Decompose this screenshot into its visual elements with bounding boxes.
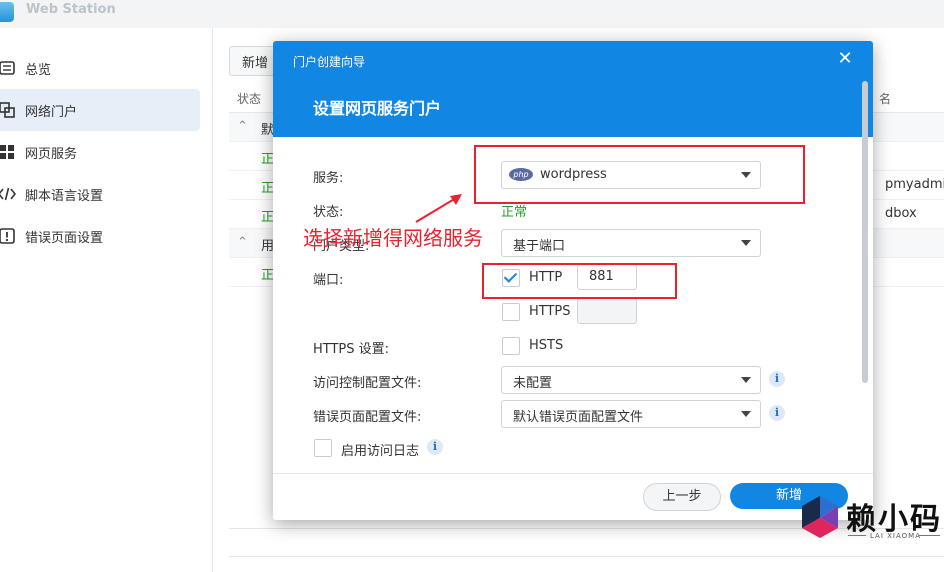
hsts-checkbox[interactable] xyxy=(502,337,520,355)
sidebar-item-label: 总览 xyxy=(25,62,52,78)
app-title: Web Station xyxy=(26,2,116,17)
dialog-heading: 设置网页服务门户 xyxy=(313,99,442,118)
dialog-footer-divider xyxy=(273,473,873,474)
sidebar-item-web-service[interactable]: 网页服务 xyxy=(0,131,200,173)
chevron-down-icon xyxy=(741,240,751,246)
dialog-scrollbar[interactable] xyxy=(862,81,868,383)
row-name: dbox xyxy=(885,206,917,221)
service-label: 服务: xyxy=(313,171,344,186)
https-settings-label: HTTPS 设置: xyxy=(313,342,390,357)
access-log-label: 启用访问日志 xyxy=(341,444,420,459)
web-station-icon xyxy=(0,2,14,22)
portal-type-value: 基于端口 xyxy=(513,239,566,254)
sidebar-item-error-page[interactable]: 错误页面设置 xyxy=(0,215,200,257)
column-header-status: 状态 xyxy=(237,92,262,106)
info-icon[interactable]: i xyxy=(769,371,785,387)
close-icon[interactable]: ✕ xyxy=(835,49,855,69)
chevron-down-icon xyxy=(741,377,751,383)
previous-step-button[interactable]: 上一步 xyxy=(643,483,721,511)
annotation-box-port xyxy=(482,263,677,299)
expand-chevron-icon: ⌃ xyxy=(237,235,248,250)
hsts-label: HSTS xyxy=(529,338,564,353)
access-control-select[interactable]: 未配置 xyxy=(501,366,761,394)
annotation-text: 选择新增得网络服务 xyxy=(303,226,483,250)
error-page-value: 默认错误页面配置文件 xyxy=(513,410,644,425)
expand-chevron-icon: ⌃ xyxy=(237,119,248,134)
dialog-window-title: 门户创建向导 xyxy=(293,55,366,69)
port-label: 端口: xyxy=(313,273,344,288)
error-page-label: 错误页面配置文件: xyxy=(313,410,422,425)
info-icon[interactable]: i xyxy=(427,439,443,455)
column-header-name: 名 xyxy=(879,92,892,106)
error-icon xyxy=(0,227,16,245)
access-log-checkbox[interactable] xyxy=(314,439,332,457)
annotation-box-service xyxy=(474,145,805,204)
https-port-input[interactable] xyxy=(577,298,637,324)
watermark-subtext: LAI XIAOMA xyxy=(870,532,922,540)
sidebar-item-label: 网页服务 xyxy=(25,146,78,162)
sidebar-item-label: 网络门户 xyxy=(25,104,78,120)
info-icon[interactable]: i xyxy=(769,405,785,421)
watermark-logo-icon xyxy=(802,496,838,538)
overview-icon xyxy=(0,59,16,77)
sidebar-item-label: 脚本语言设置 xyxy=(25,188,104,204)
portal-icon xyxy=(0,101,16,119)
watermark-divider xyxy=(848,535,866,536)
access-control-value: 未配置 xyxy=(513,376,553,391)
watermark-divider xyxy=(918,535,940,536)
error-page-select[interactable]: 默认错误页面配置文件 xyxy=(501,400,761,428)
sidebar-item-label: 错误页面设置 xyxy=(25,230,104,246)
divider xyxy=(229,556,944,557)
grid-icon xyxy=(0,143,16,161)
portal-type-select[interactable]: 基于端口 xyxy=(501,229,761,257)
code-icon xyxy=(0,185,16,203)
https-checkbox[interactable] xyxy=(502,303,520,321)
sidebar: 总览 网络门户 网页服务 脚本语言设置 错误页面设置 xyxy=(0,28,213,572)
title-bar: Web Station xyxy=(0,0,944,28)
https-label: HTTPS xyxy=(529,304,571,319)
status-label: 状态: xyxy=(313,205,344,220)
sidebar-item-web-portal[interactable]: 网络门户 xyxy=(0,89,200,131)
sidebar-item-overview[interactable]: 总览 xyxy=(0,47,200,89)
access-control-label: 访问控制配置文件: xyxy=(313,376,422,391)
dialog-header: 门户创建向导 ✕ 设置网页服务门户 xyxy=(273,41,873,137)
chevron-down-icon xyxy=(741,411,751,417)
row-name: pmyadmin xyxy=(885,177,944,192)
sidebar-item-script-language[interactable]: 脚本语言设置 xyxy=(0,173,200,215)
